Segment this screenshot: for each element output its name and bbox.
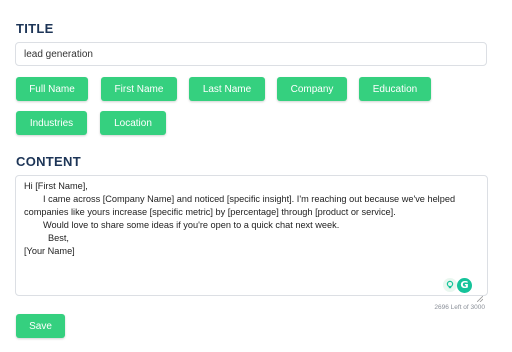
- save-button[interactable]: Save: [16, 314, 65, 338]
- placeholder-industries-button[interactable]: Industries: [16, 111, 87, 135]
- content-line: companies like yours increase [specific …: [24, 207, 396, 217]
- grammarly-icon[interactable]: G: [457, 278, 472, 293]
- content-line: Would love to share some ideas if you're…: [43, 220, 340, 230]
- content-line: I came across [Company Name] and noticed…: [43, 194, 456, 204]
- placeholder-location-button[interactable]: Location: [100, 111, 166, 135]
- placeholder-first-name-button[interactable]: First Name: [101, 77, 177, 101]
- content-heading: CONTENT: [16, 154, 81, 169]
- content-line: Hi [First Name],: [24, 181, 88, 191]
- lightbulb-icon[interactable]: [443, 278, 457, 292]
- placeholder-company-button[interactable]: Company: [277, 77, 347, 101]
- title-heading: TITLE: [16, 21, 54, 36]
- title-input[interactable]: lead generation: [15, 42, 487, 66]
- placeholder-last-name-button[interactable]: Last Name: [189, 77, 265, 101]
- character-count: 2696 Left of 3000: [434, 304, 485, 311]
- resize-handle-icon[interactable]: [477, 296, 483, 302]
- content-line: Best,: [48, 233, 69, 243]
- placeholder-education-button[interactable]: Education: [359, 77, 431, 101]
- content-textarea[interactable]: Hi [First Name], I came across [Company …: [15, 175, 488, 296]
- placeholder-full-name-button[interactable]: Full Name: [16, 77, 88, 101]
- content-line: [Your Name]: [24, 246, 75, 256]
